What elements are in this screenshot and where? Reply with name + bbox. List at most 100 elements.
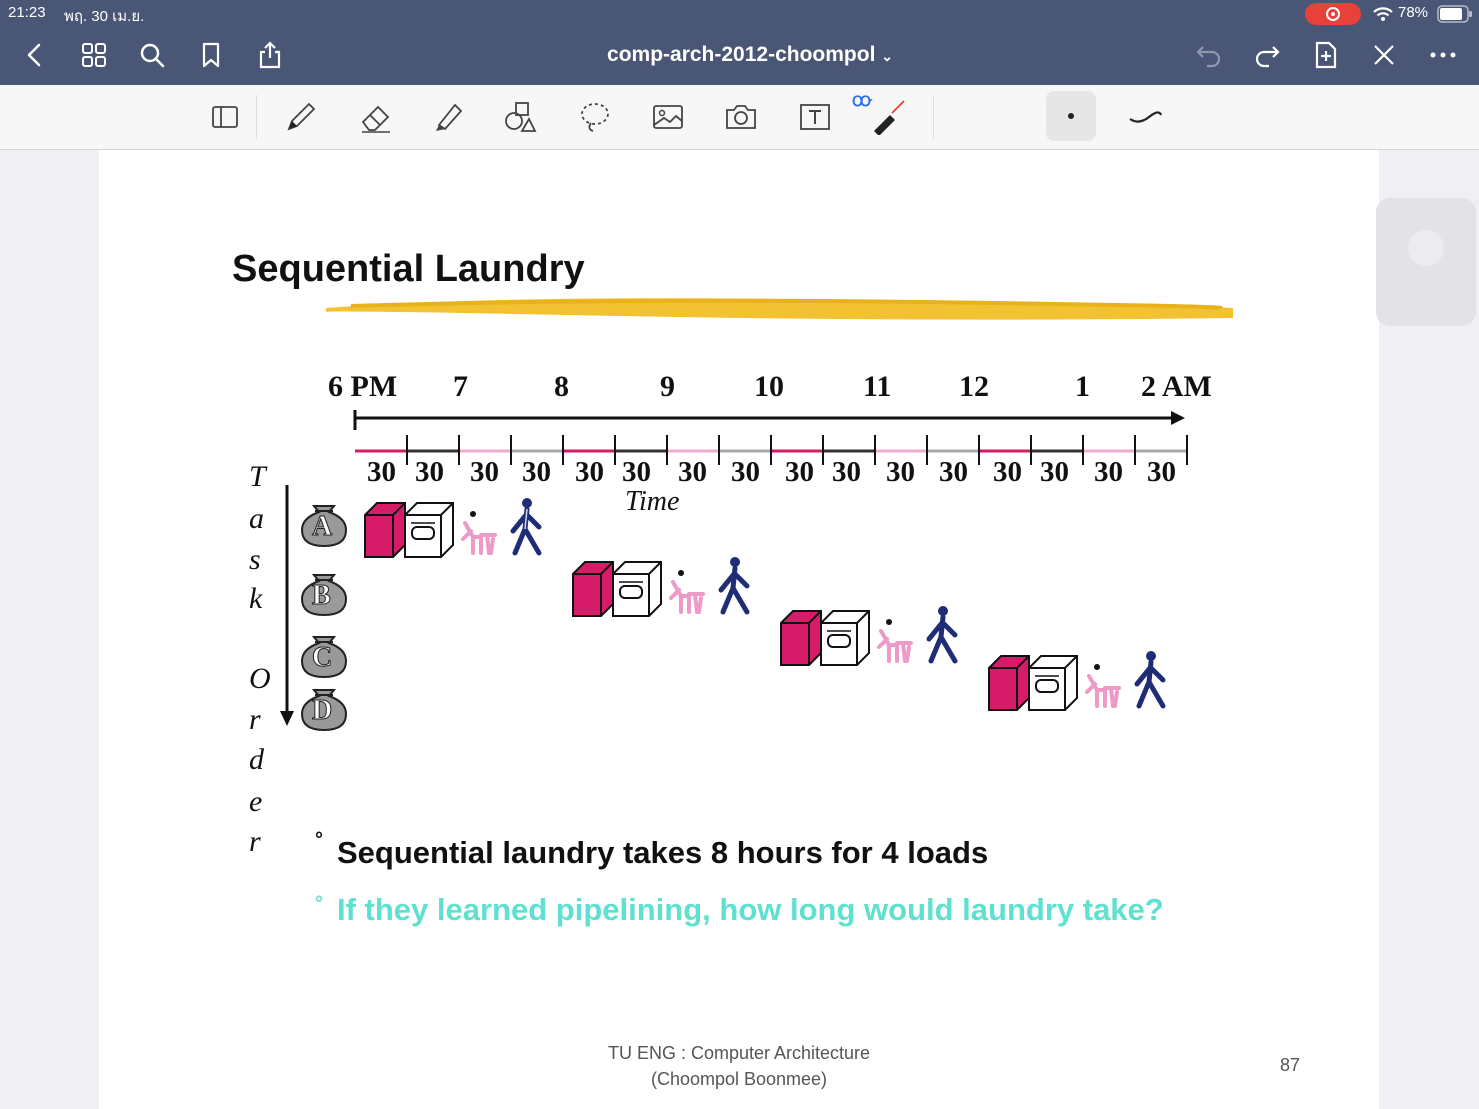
stroke-style-icon[interactable] <box>1125 97 1165 137</box>
laundry-row-d <box>987 650 1177 716</box>
dryer-icon <box>1028 655 1078 711</box>
segment-label: 30 <box>622 456 651 488</box>
laundry-bag-icon: B <box>300 571 348 617</box>
battery-percent: 78% <box>1398 4 1429 21</box>
document-page[interactable]: Sequential Laundry 6 PM 7 8 9 10 11 12 1… <box>99 150 1379 1109</box>
walking-person-icon <box>926 606 958 664</box>
laundry-bag-icon: C <box>300 633 348 679</box>
top-bar: 21:23 พฤ. 30 เม.ย. 78% comp-arch-2012-ch… <box>0 0 1479 85</box>
folding-person-icon <box>669 570 705 614</box>
time-label-9: 9 <box>660 370 675 403</box>
page-number: 87 <box>1280 1055 1301 1075</box>
dryer-icon <box>612 561 662 617</box>
camera-icon[interactable] <box>721 97 761 137</box>
walking-person-icon <box>1134 651 1166 709</box>
bullet-sequential: ° Sequential laundry takes 8 hours for 4 … <box>315 829 989 870</box>
text-tool-icon[interactable] <box>795 97 835 137</box>
redo-icon[interactable] <box>1252 40 1282 70</box>
task-order-letter: d <box>249 743 264 776</box>
task-label: A <box>311 511 333 543</box>
time-label-12: 12 <box>959 370 989 403</box>
time-axis-label: Time <box>625 486 680 517</box>
back-icon[interactable] <box>20 40 50 70</box>
segment-label: 30 <box>470 456 499 488</box>
share-icon[interactable] <box>255 40 285 70</box>
time-label-1: 1 <box>1075 370 1090 403</box>
more-icon[interactable] <box>1428 40 1458 70</box>
segment-label: 30 <box>939 456 968 488</box>
segment-label: 30 <box>785 456 814 488</box>
battery-icon <box>1437 5 1472 23</box>
task-order-letter: T <box>249 460 266 493</box>
task-order-letter: e <box>249 785 263 818</box>
bookmark-icon[interactable] <box>196 40 226 70</box>
task-order-letter: r <box>249 703 261 736</box>
pen-size-button[interactable] <box>1046 91 1096 141</box>
laundry-bag-icon: D <box>300 686 348 732</box>
task-label: C <box>311 642 333 674</box>
close-icon[interactable] <box>1369 40 1399 70</box>
document-title[interactable]: comp-arch-2012-choompol ⌄ <box>540 43 960 67</box>
segment-label: 30 <box>1040 456 1069 488</box>
tool-bar: Ꝏ <box>0 85 1479 150</box>
time-label-8: 8 <box>554 370 569 403</box>
lasso-icon[interactable] <box>575 97 615 137</box>
laundry-row-a <box>363 497 553 563</box>
time-label-2am: 2 AM <box>1141 370 1212 403</box>
laundry-row-c <box>779 605 969 671</box>
screen-recording-icon[interactable] <box>1305 3 1361 25</box>
time-label-11: 11 <box>863 370 892 403</box>
segment-label: 30 <box>415 456 444 488</box>
task-order-letter: O <box>249 662 271 695</box>
eraser-icon[interactable] <box>356 97 396 137</box>
slide-title: Sequential Laundry <box>232 248 585 290</box>
status-date: พฤ. 30 เม.ย. <box>64 8 145 25</box>
time-label-10: 10 <box>754 370 784 403</box>
laser-pointer-icon[interactable] <box>868 97 908 137</box>
washer-icon <box>364 502 406 558</box>
washer-icon <box>572 561 614 617</box>
segment-label: 30 <box>678 456 707 488</box>
laundry-row-b <box>571 556 761 622</box>
wifi-icon <box>1373 7 1393 21</box>
pen-icon[interactable] <box>281 97 321 137</box>
folding-person-icon <box>877 619 913 663</box>
task-order-letter: a <box>249 502 264 535</box>
floating-assist-button[interactable] <box>1376 198 1476 326</box>
washer-icon <box>988 655 1030 711</box>
slide-footer: TU ENG : Computer Architecture (Choompol… <box>607 1043 871 1089</box>
task-order-letter: s <box>249 543 261 576</box>
bullet-marker: ° <box>315 893 323 915</box>
segment-label: 30 <box>367 456 396 488</box>
add-page-icon[interactable] <box>1311 40 1341 70</box>
laundry-bag-icon: A <box>300 502 348 548</box>
folding-person-icon <box>1085 664 1121 708</box>
task-order-letter: k <box>249 582 263 615</box>
image-icon[interactable] <box>648 97 688 137</box>
dryer-icon <box>820 610 870 666</box>
read-mode-icon[interactable] <box>205 97 245 137</box>
task-label: D <box>311 695 333 727</box>
time-label-6pm: 6 PM <box>328 370 398 403</box>
grid-icon[interactable] <box>79 40 109 70</box>
segment-label: 30 <box>731 456 760 488</box>
undo-icon[interactable] <box>1194 40 1224 70</box>
shapes-icon[interactable] <box>500 97 540 137</box>
dryer-icon <box>404 502 454 558</box>
walking-person-icon <box>510 498 542 556</box>
walking-person-icon <box>718 557 750 615</box>
bullet-marker: ° <box>315 829 323 851</box>
folding-person-icon <box>461 511 497 555</box>
bullet-question: ° If they learned pipelining, how long wo… <box>315 893 1197 925</box>
washer-icon <box>780 610 822 666</box>
task-label: B <box>312 580 332 612</box>
segment-label: 30 <box>1147 456 1176 488</box>
status-time: 21:23 <box>8 4 46 21</box>
chevron-down-icon: ⌄ <box>881 48 893 64</box>
segment-label: 30 <box>993 456 1022 488</box>
segment-label: 30 <box>832 456 861 488</box>
search-icon[interactable] <box>137 40 167 70</box>
title-underline <box>325 298 1233 320</box>
highlighter-icon[interactable] <box>429 97 469 137</box>
segment-label: 30 <box>886 456 915 488</box>
